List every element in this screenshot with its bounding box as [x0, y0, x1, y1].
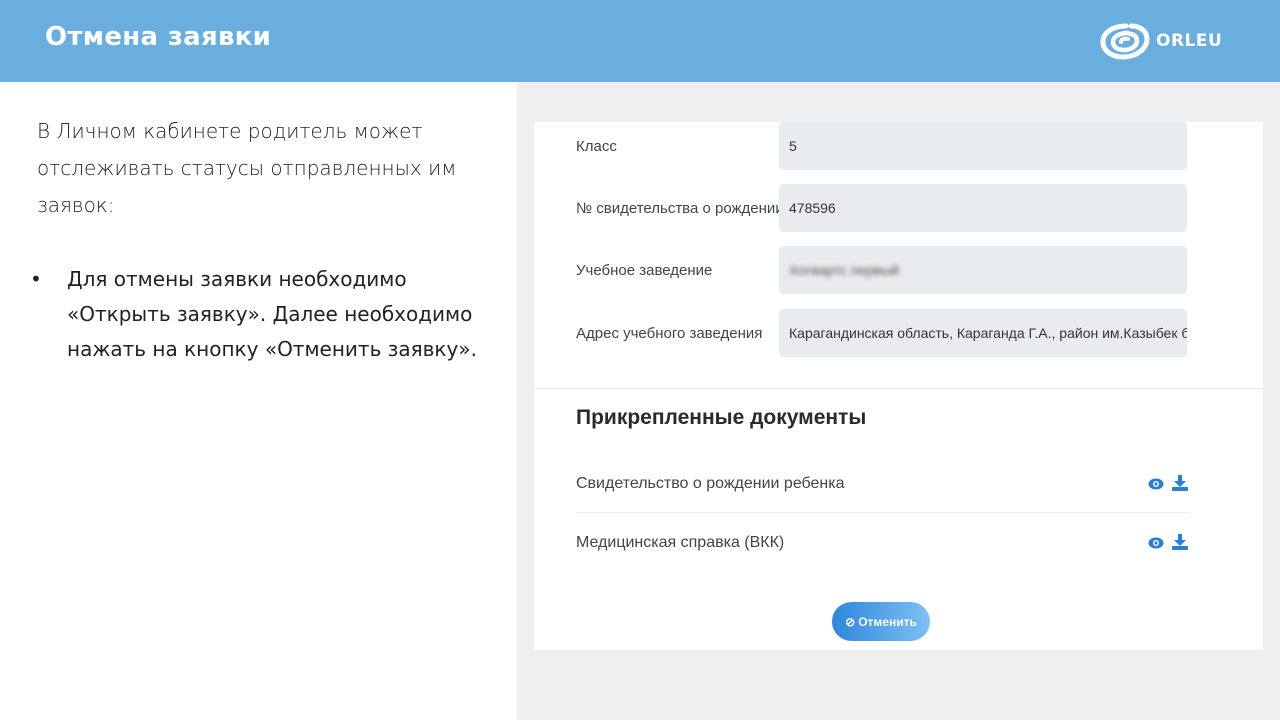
section-divider: [534, 388, 1263, 389]
class-label: Класс: [576, 138, 617, 155]
eye-icon[interactable]: [1147, 534, 1165, 552]
bullet-text: Для отмены заявки необходимо «Открыть за…: [67, 267, 477, 361]
orleu-logo: ORLEU: [1100, 20, 1230, 62]
bullet-marker: •: [30, 267, 42, 291]
cancel-application-button[interactable]: ⊘ Отменить: [832, 602, 930, 641]
birth-certificate-label: № свидетельства о рождении: [576, 200, 784, 217]
page-title: Отмена заявки: [45, 22, 272, 52]
download-icon[interactable]: [1171, 533, 1189, 551]
cancel-icon: ⊘: [845, 614, 856, 629]
eye-icon[interactable]: [1147, 475, 1165, 493]
document-row-separator: [576, 512, 1190, 513]
document-label-medical: Медицинская справка (ВКК): [576, 534, 785, 551]
school-field-value: Хогвартс первый: [789, 262, 900, 278]
orleu-logo-icon: [1100, 23, 1150, 60]
class-field[interactable]: 5: [779, 122, 1187, 170]
download-icon[interactable]: [1171, 474, 1189, 492]
cancel-button-label: Отменить: [858, 614, 917, 629]
school-field[interactable]: Хогвартс первый: [779, 246, 1187, 294]
documents-title: Прикрепленные документы: [576, 406, 867, 429]
school-address-label: Адрес учебного заведения: [576, 325, 763, 342]
school-label: Учебное заведение: [576, 262, 713, 279]
birth-certificate-field[interactable]: 478596: [779, 184, 1187, 232]
logo-text: ORLEU: [1156, 31, 1223, 51]
header-bar: Отмена заявки ORLEU: [0, 0, 1280, 82]
intro-text: В Личном кабинете родитель может отслежи…: [37, 119, 457, 217]
school-address-field[interactable]: Карагандинская область, Караганда Г.А., …: [779, 309, 1187, 357]
document-label-birth-certificate: Свидетельство о рождении ребенка: [576, 475, 845, 492]
